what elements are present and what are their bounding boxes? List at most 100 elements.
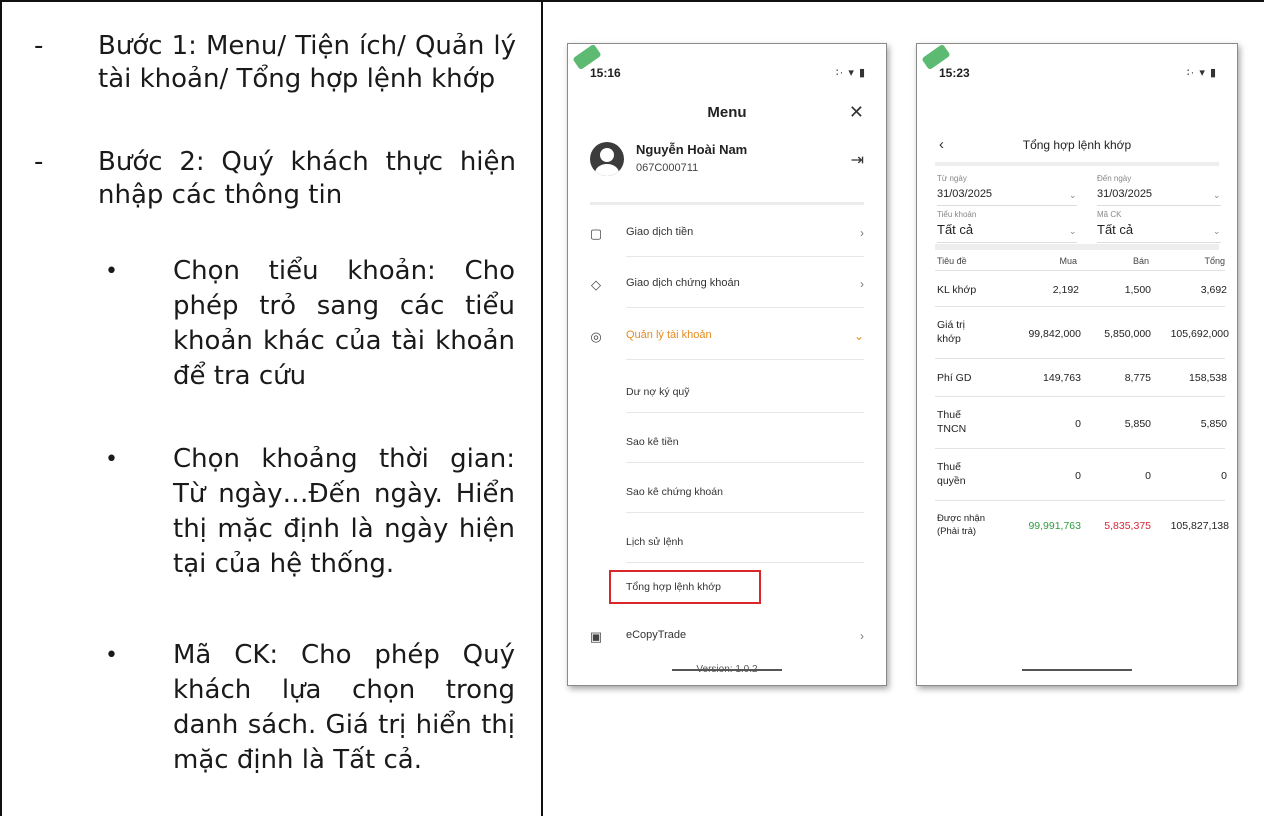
column-header-total: Tổng bbox=[1204, 256, 1225, 266]
chevron-down-icon: ⌄ bbox=[1213, 226, 1221, 236]
buy-cell: 0 bbox=[1075, 470, 1081, 482]
row-title: Giá trị khớp bbox=[937, 319, 966, 345]
buy-cell: 149,763 bbox=[1043, 372, 1081, 384]
divider bbox=[935, 396, 1225, 397]
step-1-bullet: - bbox=[34, 31, 44, 61]
divider bbox=[590, 202, 864, 205]
step-2-text: Bước 2: Quý khách thực hiện nhập các thô… bbox=[98, 147, 516, 210]
menu-item-cash-transactions[interactable]: ▢ Giao dịch tiền › bbox=[568, 226, 886, 276]
status-time: 15:23 bbox=[939, 66, 970, 80]
to-date-label: Đến ngày bbox=[1097, 174, 1132, 183]
chevron-down-icon: ⌄ bbox=[853, 329, 864, 343]
bullet-text: Chọn khoảng thời gian: Từ ngày…Đến ngày.… bbox=[173, 444, 515, 579]
bullet-marker: • bbox=[105, 643, 118, 668]
total-cell: 3,692 bbox=[1200, 284, 1227, 296]
sub-item-securities-statement[interactable]: Sao kê chứng khoán bbox=[626, 486, 723, 498]
total-cell: 0 bbox=[1221, 470, 1227, 482]
tag-icon: ◇ bbox=[591, 277, 601, 292]
sub-account-label: Tiểu khoản bbox=[937, 210, 977, 219]
sell-cell: 5,850 bbox=[1124, 418, 1151, 430]
buy-cell: 99,991,763 bbox=[1028, 520, 1081, 532]
menu-item-label: Giao dịch tiền bbox=[626, 226, 694, 238]
menu-item-label: Quản lý tài khoản bbox=[626, 329, 712, 341]
row-title: Thuế quyền bbox=[937, 461, 966, 487]
account-icon: ◎ bbox=[590, 329, 602, 344]
row-title: Phí GD bbox=[937, 372, 972, 384]
divider bbox=[935, 244, 1219, 250]
menu-item-label: eCopyTrade bbox=[626, 629, 687, 641]
divider bbox=[626, 359, 864, 360]
chevron-right-icon: › bbox=[860, 277, 864, 291]
column-divider bbox=[541, 0, 543, 816]
matched-order-summary-screen: 15:23 ∶· ▾ ▮ ‹ Tổng hợp lệnh khớp Từ ngà… bbox=[916, 43, 1238, 686]
bullet-text: Chọn tiểu khoản: Cho phép trỏ sang các t… bbox=[173, 256, 515, 391]
copy-trade-icon: ▣ bbox=[589, 629, 603, 644]
step-2-bullet: - bbox=[34, 147, 44, 177]
bullet-text: Mã CK: Cho phép Quý khách lựa chọn trong… bbox=[173, 640, 515, 775]
sell-cell: 1,500 bbox=[1124, 284, 1151, 296]
bullet-marker: • bbox=[105, 259, 118, 284]
divider bbox=[626, 462, 864, 463]
divider bbox=[937, 242, 1077, 243]
buy-cell: 2,192 bbox=[1052, 284, 1079, 296]
divider bbox=[626, 307, 864, 308]
user-name: Nguyễn Hoài Nam bbox=[636, 142, 748, 157]
sell-cell: 5,850,000 bbox=[1104, 328, 1151, 340]
divider bbox=[626, 256, 864, 257]
symbol-label: Mã CK bbox=[1097, 210, 1122, 219]
instructions-column: - Bước 1: Menu/ Tiện ích/ Quản lý tài kh… bbox=[0, 0, 541, 816]
chevron-down-icon: ⌄ bbox=[1069, 190, 1077, 200]
highlight-box bbox=[609, 570, 761, 604]
divider bbox=[935, 448, 1225, 449]
divider bbox=[935, 162, 1219, 166]
status-icons: ∶· ▾ ▮ bbox=[1186, 67, 1217, 79]
screen-title: Tổng hợp lệnh khớp bbox=[1022, 138, 1132, 152]
user-id: 067C000711 bbox=[636, 162, 699, 174]
menu-item-securities-transactions[interactable]: ◇ Giao dịch chứng khoán › bbox=[568, 277, 886, 327]
column-header-buy: Mua bbox=[1059, 256, 1077, 266]
symbol-select[interactable]: Tất cả bbox=[1097, 222, 1133, 237]
status-icons: ∶· ▾ ▮ bbox=[835, 67, 866, 79]
row-title: KL khớp bbox=[937, 284, 977, 296]
bullet-marker: • bbox=[105, 447, 118, 472]
divider bbox=[626, 562, 864, 563]
to-date-field[interactable]: 31/03/2025 bbox=[1097, 188, 1152, 200]
column-header-sell: Bán bbox=[1132, 256, 1149, 266]
sell-cell: 0 bbox=[1145, 470, 1151, 482]
sub-item-cash-statement[interactable]: Sao kê tiền bbox=[626, 436, 679, 448]
sell-cell: 5,835,375 bbox=[1104, 520, 1151, 532]
row-title: Thuế TNCN bbox=[937, 409, 967, 435]
menu-item-label: Giao dịch chứng khoán bbox=[626, 277, 740, 289]
divider bbox=[935, 270, 1225, 271]
buy-cell: 99,842,000 bbox=[1028, 328, 1081, 340]
wallet-icon: ▢ bbox=[589, 226, 603, 241]
divider bbox=[626, 412, 864, 413]
divider bbox=[1097, 242, 1221, 243]
divider bbox=[935, 306, 1225, 307]
row-title: Được nhận (Phải trả) bbox=[937, 513, 985, 537]
menu-title: Menu bbox=[707, 104, 747, 121]
avatar bbox=[590, 142, 624, 176]
from-date-field[interactable]: 31/03/2025 bbox=[937, 188, 992, 200]
column-header-title: Tiêu đề bbox=[937, 256, 967, 266]
chevron-right-icon: › bbox=[860, 629, 864, 643]
sell-cell: 8,775 bbox=[1124, 372, 1151, 384]
total-cell: 5,850 bbox=[1200, 418, 1227, 430]
divider bbox=[935, 358, 1225, 359]
divider bbox=[626, 512, 864, 513]
from-date-label: Từ ngày bbox=[937, 174, 967, 183]
chevron-right-icon: › bbox=[860, 226, 864, 240]
chevron-down-icon: ⌄ bbox=[1213, 190, 1221, 200]
divider bbox=[937, 205, 1077, 206]
sub-item-margin-debt[interactable]: Dư nợ ký quỹ bbox=[626, 386, 690, 398]
buy-cell: 0 bbox=[1075, 418, 1081, 430]
logout-icon[interactable]: ⇥ bbox=[851, 150, 864, 170]
close-icon[interactable]: ✕ bbox=[849, 102, 864, 123]
divider bbox=[1097, 205, 1221, 206]
sub-account-select[interactable]: Tất cả bbox=[937, 222, 973, 237]
total-cell: 105,827,138 bbox=[1170, 520, 1229, 532]
chevron-down-icon: ⌄ bbox=[1069, 226, 1077, 236]
total-cell: 158,538 bbox=[1189, 372, 1227, 384]
sub-item-order-history[interactable]: Lịch sử lệnh bbox=[626, 536, 683, 548]
menu-item-account-management[interactable]: ◎ Quản lý tài khoản ⌄ bbox=[568, 329, 886, 379]
